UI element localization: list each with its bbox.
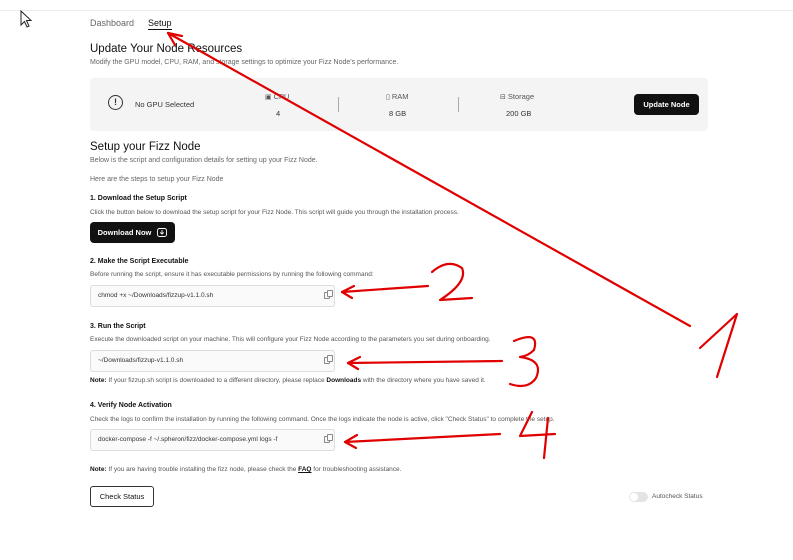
- gpu-status: No GPU Selected: [135, 100, 195, 109]
- copy-icon[interactable]: [324, 434, 333, 443]
- divider: [338, 97, 339, 112]
- ram-value: 8 GB: [389, 109, 407, 118]
- copy-icon[interactable]: [324, 290, 333, 299]
- mouse-cursor-icon: [20, 9, 33, 33]
- run-command: ~/Downloads/fizzup-v1.1.0.sh: [98, 357, 184, 364]
- faq-link[interactable]: FAQ: [298, 466, 311, 473]
- alert-circle-icon: !: [108, 95, 123, 110]
- check-status-button[interactable]: Check Status: [90, 486, 154, 507]
- autocheck-toggle[interactable]: [629, 492, 648, 502]
- chmod-command: chmod +x ~/Downloads/fizzup-v1.1.0.sh: [98, 292, 214, 299]
- step-2-title: 2. Make the Script Executable: [90, 258, 189, 265]
- annotation-arrow-3: [346, 359, 504, 365]
- cpu-icon: ▣: [265, 94, 272, 101]
- setup-subtitle: Below is the script and configuration de…: [90, 157, 318, 164]
- download-icon: [157, 228, 168, 237]
- autocheck-label: Autocheck Status: [652, 493, 703, 500]
- setup-intro: Here are the steps to setup your Fizz No…: [90, 176, 224, 183]
- download-now-label: Download Now: [97, 228, 152, 237]
- storage-icon: ⊟: [500, 94, 506, 101]
- ram-header: ▯ RAM: [386, 92, 409, 101]
- download-now-button[interactable]: Download Now: [90, 222, 175, 243]
- annotation-number-2: [430, 262, 474, 302]
- copy-icon[interactable]: [324, 355, 333, 364]
- annotation-arrow-1: [166, 31, 692, 328]
- storage-header: ⊟ Storage: [500, 92, 534, 101]
- tab-setup[interactable]: Setup: [148, 18, 172, 30]
- step-3-desc: Execute the downloaded script on your ma…: [90, 336, 491, 343]
- run-code-block: ~/Downloads/fizzup-v1.1.0.sh: [90, 350, 335, 372]
- ram-label: RAM: [391, 92, 409, 101]
- annotation-number-1: [698, 312, 739, 379]
- tab-dashboard[interactable]: Dashboard: [90, 18, 134, 28]
- cpu-value: 4: [276, 109, 281, 118]
- annotation-arrow-4: [343, 432, 502, 444]
- toggle-knob: [630, 493, 638, 501]
- step-3-title: 3. Run the Script: [90, 323, 146, 330]
- divider: [458, 97, 459, 112]
- storage-value: 200 GB: [506, 109, 532, 118]
- logs-command: docker-compose -f ~/.spheron/fizz/docker…: [98, 436, 278, 443]
- header-divider: [0, 10, 793, 11]
- storage-label: Storage: [507, 92, 535, 101]
- step-4-desc: Check the logs to confirm the installati…: [90, 416, 555, 423]
- update-node-button[interactable]: Update Node: [634, 94, 699, 115]
- setup-title: Setup your Fizz Node: [90, 141, 201, 153]
- resources-subtitle: Modify the GPU model, CPU, RAM, and stor…: [90, 59, 399, 66]
- step-3-note: Note: If your fizzup.sh script is downlo…: [90, 377, 486, 384]
- chmod-code-block: chmod +x ~/Downloads/fizzup-v1.1.0.sh: [90, 285, 335, 307]
- annotation-arrow-2: [340, 284, 430, 294]
- cpu-header: ▣ CPU: [265, 92, 289, 101]
- logs-code-block: docker-compose -f ~/.spheron/fizz/docker…: [90, 429, 335, 451]
- step-2-desc: Before running the script, ensure it has…: [90, 271, 374, 278]
- ram-icon: ▯: [386, 94, 390, 101]
- resources-panel: ! No GPU Selected ▣ CPU 4 ▯ RAM 8 GB ⊟ Stor…: [90, 78, 708, 131]
- step-4-title: 4. Verify Node Activation: [90, 402, 172, 409]
- step-1-title: 1. Download the Setup Script: [90, 195, 187, 202]
- cpu-label: CPU: [273, 92, 290, 101]
- troubleshooting-note: Note: If you are having trouble installi…: [90, 466, 402, 473]
- step-1-desc: Click the button below to download the s…: [90, 209, 459, 216]
- annotation-number-3: [508, 336, 540, 388]
- resources-title: Update Your Node Resources: [90, 43, 243, 55]
